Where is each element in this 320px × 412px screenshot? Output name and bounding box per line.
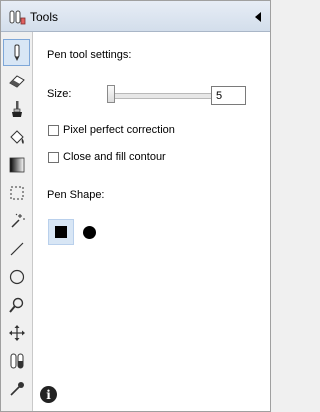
selection-tool-button[interactable] <box>3 179 30 206</box>
paint-bucket-icon <box>9 129 24 144</box>
zoom-icon <box>8 297 23 313</box>
tool-strip <box>1 32 33 411</box>
eyedropper-tool-button[interactable] <box>3 375 30 402</box>
ellipse-tool-button[interactable] <box>3 263 30 290</box>
collapse-arrow-icon[interactable] <box>253 10 263 24</box>
color-swap-icon <box>10 353 23 368</box>
gradient-tool-button[interactable] <box>3 151 30 178</box>
square-shape-icon <box>55 226 67 238</box>
color-swap-tool-button[interactable] <box>3 347 30 374</box>
pixel-perfect-checkbox[interactable] <box>48 125 59 136</box>
magic-wand-icon <box>10 213 25 228</box>
panel-title: Tools <box>30 10 59 24</box>
settings-heading: Pen tool settings: <box>47 49 132 61</box>
pixel-perfect-label: Pixel perfect correction <box>63 124 175 136</box>
fill-tool-button[interactable] <box>3 123 30 150</box>
close-fill-label: Close and fill contour <box>63 151 166 163</box>
move-tool-button[interactable] <box>3 319 30 346</box>
info-icon[interactable]: i <box>40 386 57 403</box>
close-fill-checkbox[interactable] <box>48 152 59 163</box>
tools-icon <box>9 10 26 25</box>
selection-icon <box>10 186 23 199</box>
eraser-icon <box>8 74 25 88</box>
size-label: Size: <box>47 88 72 100</box>
line-icon <box>10 242 23 255</box>
size-input[interactable] <box>211 86 246 105</box>
square-shape-button[interactable] <box>48 219 74 245</box>
size-slider-thumb[interactable] <box>107 85 115 103</box>
gradient-icon <box>9 157 24 172</box>
panel-titlebar: Tools <box>1 1 270 32</box>
tools-panel: Tools Pen tool settings: Size: 5 Pixel p… <box>0 0 271 412</box>
brush-icon <box>11 100 22 117</box>
move-icon <box>8 324 25 341</box>
magic-wand-tool-button[interactable] <box>3 207 30 234</box>
line-tool-button[interactable] <box>3 235 30 262</box>
eyedropper-icon <box>9 381 24 396</box>
ellipse-icon <box>9 269 24 284</box>
pen-tool-button[interactable] <box>3 39 30 66</box>
circle-shape-icon <box>82 225 96 239</box>
settings-area: Pen tool settings: Size: Pixel perfect c… <box>33 32 270 411</box>
pen-shape-label: Pen Shape: <box>47 189 105 201</box>
zoom-tool-button[interactable] <box>3 291 30 318</box>
brush-tool-button[interactable] <box>3 95 30 122</box>
eraser-tool-button[interactable] <box>3 67 30 94</box>
circle-shape-button[interactable] <box>76 219 102 245</box>
pen-icon <box>14 44 19 61</box>
